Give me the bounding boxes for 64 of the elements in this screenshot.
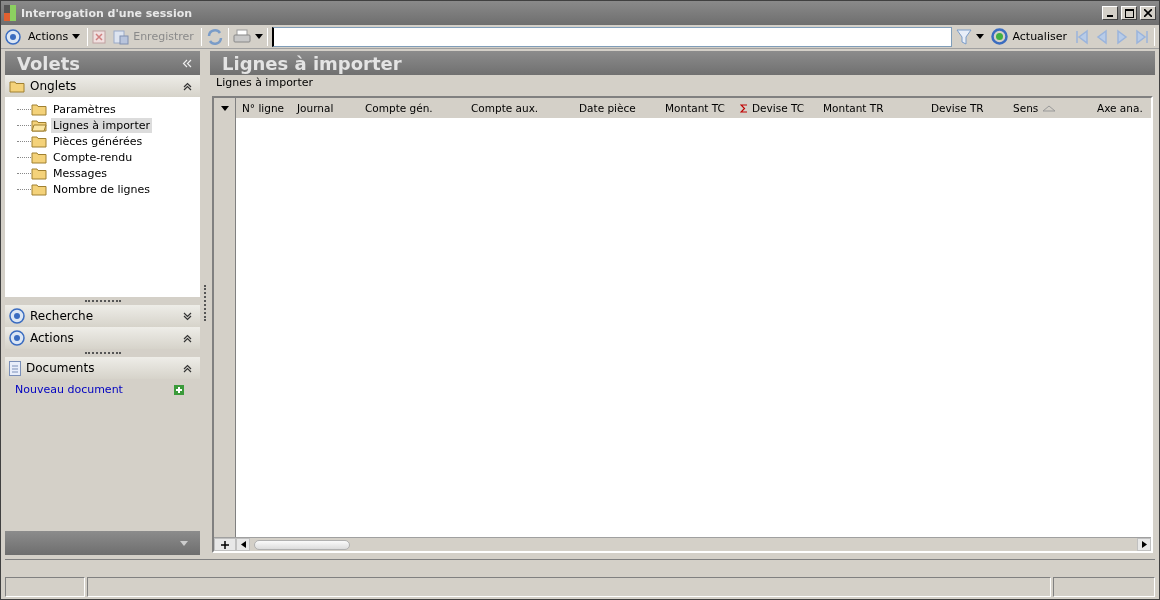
section-header[interactable]: Documents — [5, 357, 200, 379]
target-icon[interactable] — [5, 28, 21, 45]
column-header[interactable]: Date pièce — [573, 98, 659, 118]
refresh-icon — [991, 28, 1009, 45]
folder-icon — [31, 134, 47, 148]
target-icon — [9, 308, 25, 324]
new-document-link[interactable]: Nouveau document — [5, 379, 133, 400]
document-icon — [9, 360, 21, 376]
column-header[interactable]: Montant TR — [817, 98, 925, 118]
left-arrow-icon — [240, 541, 246, 548]
section-header[interactable]: Recherche — [5, 305, 200, 327]
section-header[interactable]: Actions — [5, 327, 200, 349]
maximize-icon — [1124, 8, 1134, 18]
caret-icon — [220, 105, 229, 111]
close-icon — [1144, 9, 1152, 17]
tree-item[interactable]: Nombre de lignes — [51, 181, 152, 197]
tree-item[interactable]: Messages — [51, 165, 109, 181]
column-header[interactable]: Compte aux. — [465, 98, 573, 118]
actions-menu[interactable]: Actions — [25, 26, 84, 47]
collapse-panel-icon[interactable] — [182, 58, 192, 68]
column-header[interactable]: Sens — [1007, 98, 1091, 118]
right-arrow-icon — [1141, 541, 1147, 548]
close-button[interactable] — [1140, 6, 1156, 20]
minimize-button[interactable] — [1102, 6, 1118, 20]
folder-icon — [9, 79, 25, 93]
window-title: Interrogation d'une session — [21, 6, 194, 20]
refresh-button[interactable]: Actualiser — [988, 26, 1070, 47]
tree-item[interactable]: Lignes à importer — [51, 117, 152, 133]
delete-icon[interactable] — [92, 29, 107, 44]
tree-item[interactable]: Compte-rendu — [51, 149, 135, 165]
column-header[interactable]: Compte gén. — [359, 98, 465, 118]
search-field[interactable] — [271, 26, 953, 47]
sigma-icon — [740, 103, 748, 113]
plus-icon[interactable] — [174, 384, 184, 395]
tree-item[interactable]: Pièces générées — [51, 133, 145, 149]
caret-icon — [72, 34, 81, 39]
tree-item[interactable]: Paramètres — [51, 101, 118, 117]
scroll-left-button[interactable] — [236, 538, 250, 551]
column-header[interactable]: Axe ana. — [1091, 98, 1151, 118]
group-label: Lignes à importer — [215, 75, 314, 90]
panel-title: Volets — [17, 52, 80, 74]
folder-icon — [31, 102, 47, 116]
plus-icon — [221, 540, 229, 549]
column-header[interactable]: Montant TC — [659, 98, 734, 118]
column-header[interactable]: Devise TR — [925, 98, 1007, 118]
column-header[interactable]: N° ligne — [236, 98, 291, 118]
section-header[interactable]: Onglets — [5, 75, 200, 97]
add-row-button[interactable] — [214, 538, 236, 551]
sort-icon — [1042, 104, 1057, 112]
scrollbar-thumb[interactable] — [254, 539, 350, 550]
column-header[interactable]: Devise TC — [734, 98, 817, 118]
target-icon — [9, 330, 25, 346]
app-icon — [4, 5, 18, 21]
caret-icon[interactable] — [976, 34, 985, 39]
folder-icon — [31, 118, 47, 132]
scroll-right-button[interactable] — [1137, 538, 1151, 551]
page-title: Lignes à importer — [222, 52, 402, 74]
save-icon — [113, 28, 130, 45]
folder-icon — [31, 182, 47, 196]
folder-icon — [31, 166, 47, 180]
maximize-button[interactable] — [1121, 6, 1137, 20]
column-header[interactable]: Journal — [291, 98, 359, 118]
folder-icon — [31, 150, 47, 164]
caret-icon[interactable] — [254, 34, 263, 39]
